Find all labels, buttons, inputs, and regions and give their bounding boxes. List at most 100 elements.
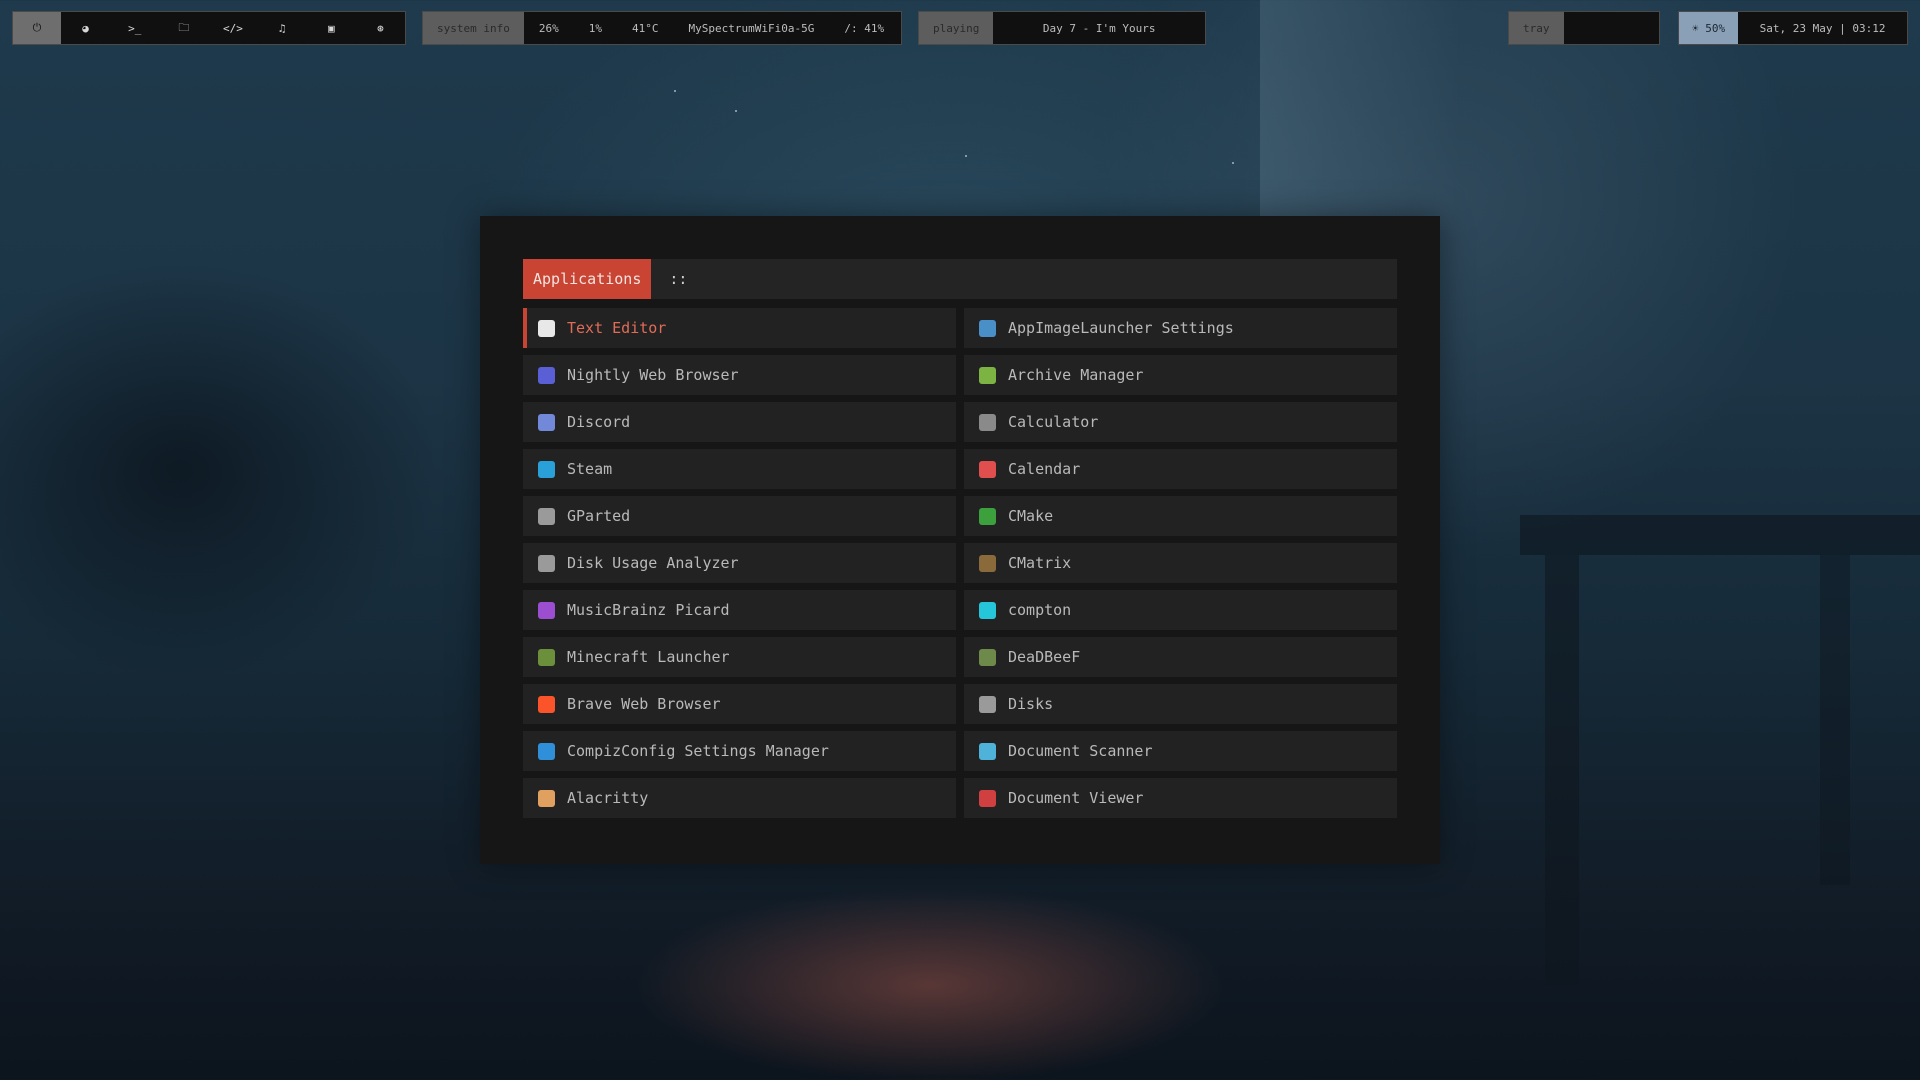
cmatrix-icon — [979, 554, 996, 572]
app-entry-label: Archive Manager — [1008, 366, 1144, 384]
app-entry[interactable]: CMatrix — [964, 543, 1397, 583]
disk-usage: /: 41% — [844, 21, 885, 35]
wifi-network[interactable]: MySpectrumWiFi0a-5G — [673, 12, 829, 44]
launcher-input-bar[interactable]: Applications :: — [523, 259, 1397, 299]
app-entry[interactable]: CMake — [964, 496, 1397, 536]
app-entry[interactable]: DeaDBeeF — [964, 637, 1397, 677]
tray-label: tray — [1509, 12, 1564, 44]
app-entry-label: Text Editor — [567, 319, 667, 337]
app-entry[interactable]: Disk Usage Analyzer — [523, 543, 956, 583]
compton-icon — [979, 601, 996, 619]
app-entry[interactable]: Disks — [964, 684, 1397, 724]
deadbeef-icon — [979, 648, 996, 666]
playing-label: playing — [919, 12, 994, 44]
wallpaper-star — [674, 90, 676, 92]
steam-icon: ⊛ — [377, 21, 384, 35]
app-entry[interactable]: Discord — [523, 402, 956, 442]
terminal-button[interactable]: >_ — [110, 12, 159, 44]
app-entry[interactable]: Alacritty — [523, 778, 956, 818]
wallpaper-table — [1520, 515, 1920, 555]
app-entry-label: Brave Web Browser — [567, 695, 721, 713]
media-module: playing Day 7 - I'm Yours — [918, 11, 1206, 45]
discord-icon — [538, 413, 555, 431]
wallpaper-star — [965, 155, 967, 157]
minecraft-icon — [538, 648, 555, 666]
now-playing-track[interactable]: Day 7 - I'm Yours — [993, 12, 1205, 44]
code-editor-button[interactable]: </> — [208, 12, 257, 44]
wallpaper-table-leg — [1820, 555, 1850, 885]
app-entry-label: CMatrix — [1008, 554, 1072, 572]
music-icon: ♫ — [278, 21, 286, 35]
app-entry[interactable]: AppImageLauncher Settings — [964, 308, 1397, 348]
app-entry-label: Nightly Web Browser — [567, 366, 739, 384]
app-entry-label: Discord — [567, 413, 631, 431]
wallpaper-shadow — [0, 260, 440, 680]
app-entry[interactable]: Nightly Web Browser — [523, 355, 956, 395]
clock-module: ☀ 50% Sat, 23 May | 03:12 — [1678, 11, 1908, 45]
wallpaper-star — [1232, 162, 1234, 164]
wallpaper-table-leg — [1545, 555, 1579, 985]
steam-button[interactable]: ⊛ — [356, 12, 405, 44]
gparted-icon — [538, 507, 555, 525]
scanner-icon — [979, 742, 996, 760]
app-entry-label: Disk Usage Analyzer — [567, 554, 739, 572]
app-entry[interactable]: Document Scanner — [964, 731, 1397, 771]
tray-module: tray — [1508, 11, 1660, 45]
firefox-nightly-icon — [538, 366, 555, 384]
app-entry-label: Calculator — [1008, 413, 1099, 431]
app-entry-label: compton — [1008, 601, 1072, 619]
app-entry-label: CMake — [1008, 507, 1054, 525]
app-entry[interactable]: Brave Web Browser — [523, 684, 956, 724]
app-entry[interactable]: GParted — [523, 496, 956, 536]
terminal-icon: >_ — [128, 21, 142, 35]
app-entry-label: Alacritty — [567, 789, 649, 807]
launcher-bar: ⏻ ◕ >_ 🗀 </> ♫ ▣ ⊛ — [12, 11, 406, 45]
chat-button[interactable]: ▣ — [307, 12, 356, 44]
appimage-icon — [979, 319, 996, 337]
disk-usage-icon — [538, 554, 555, 572]
app-entry[interactable]: Calculator — [964, 402, 1397, 442]
prompt-separator: :: — [669, 270, 688, 288]
text-editor-icon — [538, 319, 555, 337]
app-entry-label: AppImageLauncher Settings — [1008, 319, 1234, 337]
mode-label[interactable]: Applications — [523, 259, 652, 299]
app-entry[interactable]: compton — [964, 590, 1397, 630]
brave-icon — [538, 695, 555, 713]
app-entry-label: Disks — [1008, 695, 1054, 713]
code-icon: </> — [223, 21, 243, 35]
music-button[interactable]: ♫ — [258, 12, 307, 44]
app-entry[interactable]: Calendar — [964, 449, 1397, 489]
app-entry-label: Document Viewer — [1008, 789, 1144, 807]
power-icon: ⏻ — [32, 21, 42, 34]
app-entry-label: CompizConfig Settings Manager — [567, 742, 829, 760]
browser-button[interactable]: ◕ — [61, 12, 110, 44]
app-entry[interactable]: Archive Manager — [964, 355, 1397, 395]
app-entry[interactable]: MusicBrainz Picard — [523, 590, 956, 630]
archive-icon — [979, 366, 996, 384]
app-entry[interactable]: CompizConfig Settings Manager — [523, 731, 956, 771]
steam-icon — [538, 460, 555, 478]
brightness-indicator[interactable]: ☀ 50% — [1679, 12, 1739, 44]
app-entry-label: Document Scanner — [1008, 742, 1153, 760]
alacritty-icon — [538, 789, 555, 807]
calculator-icon — [979, 413, 996, 431]
app-entry[interactable]: Text Editor — [523, 308, 956, 348]
tray-area[interactable] — [1564, 12, 1660, 44]
date-time[interactable]: Sat, 23 May | 03:12 — [1738, 12, 1907, 44]
system-info-module: system info 26% 1% 41°C MySpectrumWiFi0a… — [422, 11, 902, 45]
folder-icon: 🗀 — [178, 20, 190, 34]
files-button[interactable]: 🗀 — [159, 12, 208, 44]
memory-usage: 1% — [588, 21, 602, 35]
app-entry[interactable]: Steam — [523, 449, 956, 489]
app-launcher-window: Applications :: Text Editor AppImageLaunc… — [480, 216, 1440, 864]
app-list: Text Editor AppImageLauncher Settings Nigh… — [523, 308, 1397, 818]
app-entry[interactable]: Minecraft Launcher — [523, 637, 956, 677]
system-info-label: system info — [423, 12, 524, 44]
calendar-icon — [979, 460, 996, 478]
cpu-temperature: 41°C — [631, 21, 659, 35]
browser-icon: ◕ — [82, 21, 89, 35]
app-entry-label: DeaDBeeF — [1008, 648, 1081, 666]
app-entry[interactable]: Document Viewer — [964, 778, 1397, 818]
power-button[interactable]: ⏻ — [13, 12, 61, 44]
compiz-icon — [538, 742, 555, 760]
